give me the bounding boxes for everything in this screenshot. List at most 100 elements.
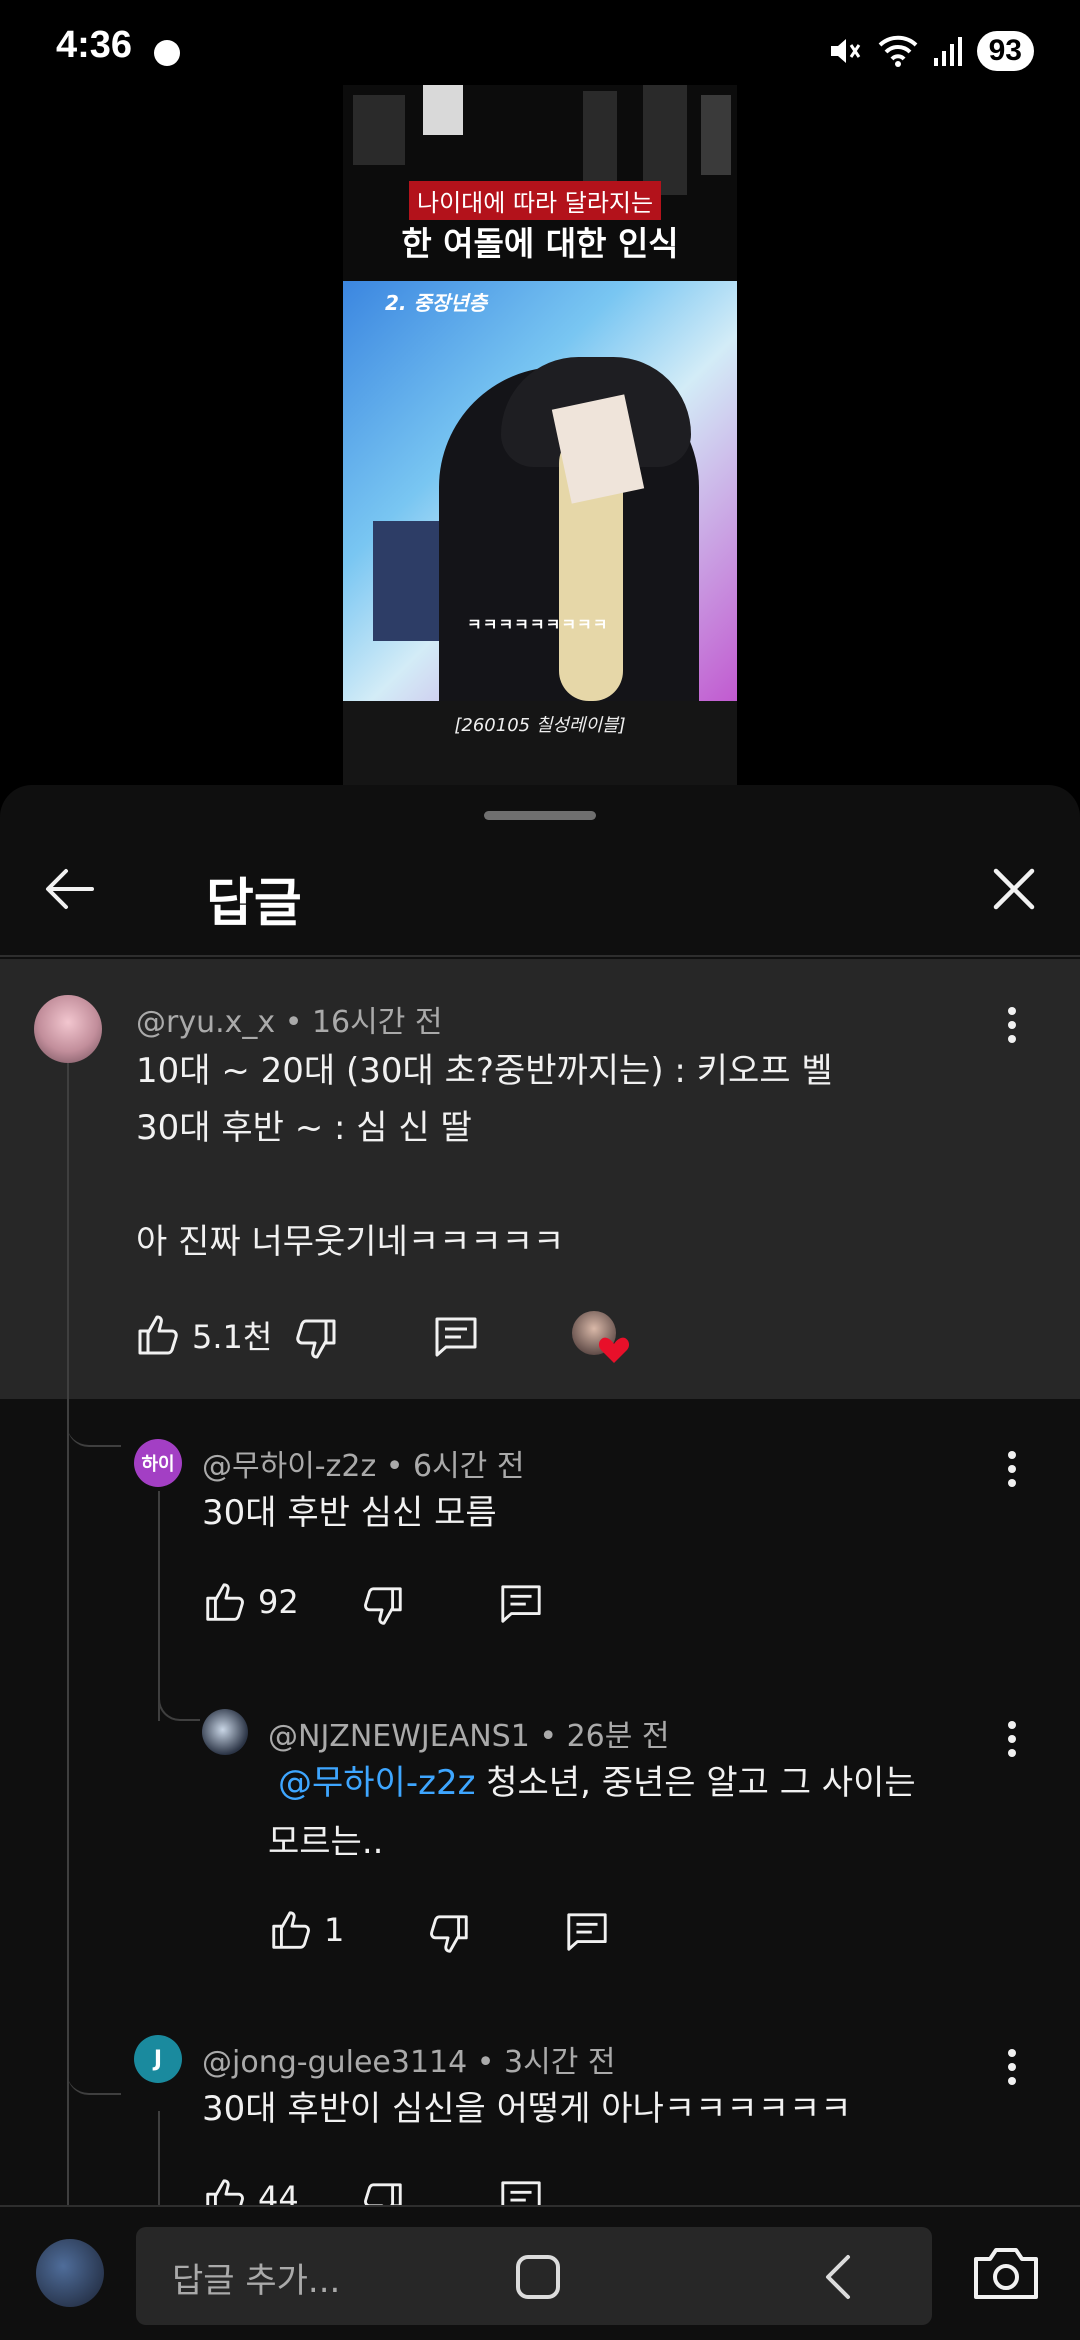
like-button[interactable]: 1 bbox=[268, 1907, 344, 1953]
comment-author[interactable]: @jong-gulee3114 bbox=[202, 2045, 467, 2080]
more-options-button[interactable] bbox=[992, 1709, 1032, 1769]
arrow-left-icon bbox=[46, 869, 94, 909]
thumbs-down-icon bbox=[296, 1319, 336, 1359]
reply-comment-icon bbox=[567, 1913, 607, 1951]
comment-time: 6시간 전 bbox=[413, 1449, 525, 1484]
dislike-button[interactable] bbox=[360, 1583, 406, 1629]
comment-author[interactable]: @ryu.x_x bbox=[136, 1005, 275, 1040]
reply-button[interactable] bbox=[498, 2177, 544, 2205]
comment-line: @무하이-z2z 청소년, 중년은 알고 그 사이는 bbox=[278, 1755, 916, 1812]
sheet-header: 답글 bbox=[0, 821, 1080, 957]
close-button[interactable] bbox=[982, 857, 1046, 921]
like-button[interactable]: 92 bbox=[202, 1579, 299, 1625]
thread-connector bbox=[67, 1405, 121, 1447]
comment-meta: @ryu.x_x • 16시간 전 bbox=[136, 1005, 443, 1040]
reply-composer: 답글 추가... bbox=[0, 2205, 1080, 2340]
comment-line: 30대 후반 심신 모름 bbox=[202, 1493, 497, 1533]
like-count: 1 bbox=[324, 1911, 345, 1949]
comment-line: 30대 후반 ~ : 심 신 딸 bbox=[136, 1108, 472, 1148]
more-options-button[interactable] bbox=[992, 1439, 1032, 1499]
nav-back-icon[interactable] bbox=[812, 2249, 868, 2305]
avatar-initials: J bbox=[153, 2046, 163, 2072]
comment-meta: @jong-gulee3114 • 3시간 전 bbox=[202, 2045, 616, 2080]
decor-block bbox=[583, 91, 617, 181]
replies-sheet: 답글 @ryu.x_x • 16시간 전 10대 ~ 20대 (30대 초?중반… bbox=[0, 785, 1080, 2205]
video-section-tag: 2. 중장년층 bbox=[385, 291, 488, 315]
like-button[interactable]: 5.1천 bbox=[134, 1311, 272, 1359]
thumbs-down-icon bbox=[364, 2183, 402, 2205]
comment-meta: @NJZNEWJEANS1 • 26분 전 bbox=[268, 1719, 670, 1754]
decor-block bbox=[701, 95, 731, 175]
signal-icon bbox=[933, 37, 962, 66]
video-caption-red: 나이대에 따라 달라지는 bbox=[409, 181, 662, 220]
nav-home-icon[interactable] bbox=[516, 2255, 560, 2299]
more-options-button[interactable] bbox=[992, 995, 1032, 1055]
thumbs-up-icon bbox=[272, 1911, 310, 1949]
thumbs-down-icon bbox=[430, 1915, 468, 1953]
thread-line bbox=[158, 2111, 160, 2205]
comment-line: 10대 ~ 20대 (30대 초?중반까지는) : 키오프 벨 bbox=[136, 1051, 833, 1091]
reply-comment-icon bbox=[435, 1317, 477, 1357]
mention-link[interactable]: @무하이-z2z bbox=[278, 1763, 475, 1803]
thread-connector bbox=[67, 2053, 121, 2095]
thumbs-up-icon bbox=[206, 2179, 244, 2205]
avatar[interactable] bbox=[34, 995, 102, 1063]
avatar-initials: 하이 bbox=[141, 1454, 175, 1475]
notification-dot-icon bbox=[154, 40, 180, 66]
reply-input[interactable]: 답글 추가... bbox=[136, 2227, 932, 2325]
dislike-button[interactable] bbox=[360, 2179, 406, 2205]
avatar[interactable]: J bbox=[134, 2035, 182, 2083]
dislike-button[interactable] bbox=[292, 1315, 340, 1363]
reply-comment-icon bbox=[501, 1585, 541, 1623]
decor-block bbox=[643, 85, 687, 195]
video-header-graphic: 나이대에 따라 달라지는 한 여돌에 대한 인식 bbox=[343, 85, 737, 281]
decor-block bbox=[423, 85, 463, 135]
comment-line: 아 진짜 너무웃기네ㅋㅋㅋㅋㅋ bbox=[136, 1222, 565, 1262]
status-icons: 93 bbox=[827, 28, 1034, 74]
reply-button[interactable] bbox=[564, 1909, 610, 1955]
video-frame: 2. 중장년층 ㅋㅋㅋㅋㅋㅋㅋㅋㅋ bbox=[343, 281, 737, 701]
video-player[interactable]: 나이대에 따라 달라지는 한 여돌에 대한 인식 2. 중장년층 ㅋㅋㅋㅋㅋㅋㅋ… bbox=[343, 85, 737, 785]
back-button[interactable] bbox=[38, 857, 102, 921]
avatar[interactable]: 하이 bbox=[134, 1439, 182, 1487]
comment-author[interactable]: @무하이-z2z bbox=[202, 1449, 376, 1484]
comment-time: 3시간 전 bbox=[504, 2045, 616, 2080]
like-button[interactable]: 44 bbox=[202, 2175, 299, 2205]
avatar[interactable] bbox=[202, 1709, 248, 1755]
background-screen bbox=[373, 521, 443, 641]
close-icon bbox=[993, 868, 1035, 910]
status-time: 4:36 bbox=[56, 24, 133, 66]
dislike-button[interactable] bbox=[426, 1911, 472, 1957]
comment-author[interactable]: @NJZNEWJEANS1 bbox=[268, 1719, 530, 1754]
decor-block bbox=[353, 95, 405, 165]
like-count: 5.1천 bbox=[192, 1318, 273, 1356]
sheet-title: 답글 bbox=[206, 874, 302, 934]
thumbs-up-icon bbox=[138, 1315, 178, 1355]
more-options-button[interactable] bbox=[992, 2037, 1032, 2097]
reply-comment-icon bbox=[501, 2181, 541, 2205]
reply-input-placeholder: 답글 추가... bbox=[172, 2261, 341, 2301]
wifi-icon bbox=[878, 35, 918, 67]
like-count: 92 bbox=[258, 1583, 299, 1621]
comment-text: 청소년, 중년은 알고 그 사이는 bbox=[475, 1763, 916, 1803]
video-subtitle: ㅋㅋㅋㅋㅋㅋㅋㅋㅋ bbox=[467, 615, 609, 634]
heart-icon bbox=[598, 1337, 630, 1363]
creator-heart-badge bbox=[572, 1311, 636, 1367]
drag-handle[interactable] bbox=[484, 811, 596, 820]
thread-connector bbox=[158, 1675, 200, 1721]
video-bottom-caption: [260105 칠성레이블] bbox=[454, 715, 626, 736]
thread-line bbox=[67, 1031, 69, 2205]
comment-time: 26분 전 bbox=[566, 1719, 670, 1754]
mute-icon bbox=[830, 39, 860, 63]
comment-meta: @무하이-z2z • 6시간 전 bbox=[202, 1449, 525, 1484]
camera-icon[interactable] bbox=[970, 2241, 1042, 2305]
comment-time: 16시간 전 bbox=[311, 1005, 443, 1040]
reply-button[interactable] bbox=[432, 1313, 480, 1361]
user-avatar bbox=[36, 2239, 104, 2307]
like-count: 44 bbox=[258, 2179, 299, 2205]
reply-button[interactable] bbox=[498, 1581, 544, 1627]
comment-line: 30대 후반이 심신을 어떻게 아나ㅋㅋㅋㅋㅋㅋ bbox=[202, 2089, 852, 2129]
battery-indicator: 93 bbox=[976, 31, 1034, 71]
comment-line: 모르는.. bbox=[268, 1822, 384, 1862]
thumbs-down-icon bbox=[364, 1587, 402, 1625]
